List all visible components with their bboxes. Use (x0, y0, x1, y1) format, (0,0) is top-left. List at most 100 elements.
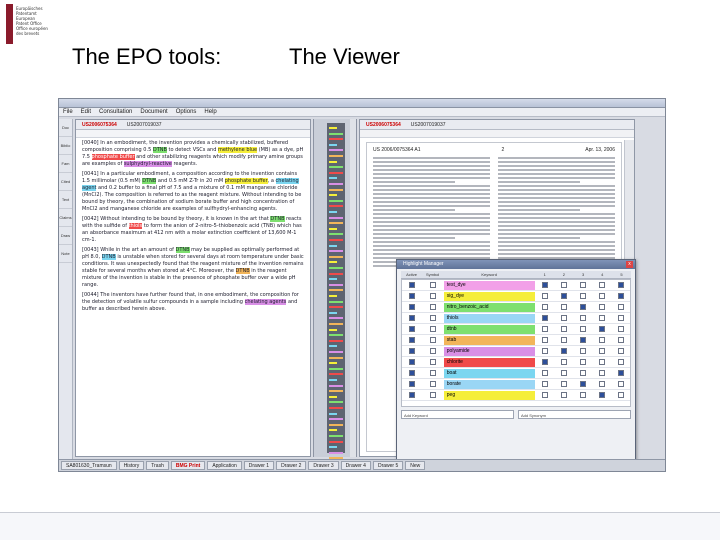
menu-item-edit[interactable]: Edit (81, 108, 91, 116)
taskbar-button[interactable]: BMG Print (170, 461, 206, 470)
option-checkbox[interactable] (617, 336, 624, 343)
highlight-row[interactable]: polyamide (402, 346, 630, 357)
symbol-checkbox[interactable] (430, 391, 437, 398)
highlight-row[interactable]: boat (402, 368, 630, 379)
hit-strip-scrollbar[interactable] (350, 119, 356, 457)
option-checkbox[interactable] (560, 303, 567, 310)
option-checkbox[interactable] (579, 391, 586, 398)
viewer-tab[interactable]: US2007019037 (411, 122, 446, 128)
highlight-keyword[interactable]: borate (443, 379, 536, 389)
symbol-checkbox[interactable] (430, 303, 437, 310)
document-text[interactable]: [0040] In an embodiment, the invention p… (76, 138, 310, 458)
taskbar-button[interactable]: Drawer 1 (243, 461, 275, 470)
document-tab[interactable]: US2007019037 (127, 122, 162, 128)
highlight-keyword[interactable]: thiols (443, 313, 536, 323)
option-checkbox[interactable] (579, 347, 586, 354)
option-checkbox[interactable] (579, 358, 586, 365)
option-checkbox[interactable] (598, 391, 605, 398)
option-checkbox[interactable] (617, 314, 624, 321)
option-checkbox[interactable] (617, 281, 624, 288)
highlight-row[interactable]: thiols (402, 313, 630, 324)
highlight-keyword[interactable]: boat (443, 368, 536, 378)
option-checkbox[interactable] (560, 336, 567, 343)
symbol-checkbox[interactable] (430, 369, 437, 376)
option-checkbox[interactable] (617, 292, 624, 299)
option-checkbox[interactable] (541, 358, 548, 365)
highlight-row[interactable]: peg (402, 390, 630, 401)
nav-item-draw[interactable]: Draw (59, 227, 72, 245)
highlight-keyword[interactable]: dtnb (443, 324, 536, 334)
active-checkbox[interactable] (409, 336, 416, 343)
hit-strip[interactable] (327, 123, 345, 460)
symbol-checkbox[interactable] (430, 380, 437, 387)
nav-item-doc[interactable]: Doc (59, 119, 72, 137)
highlight-keyword[interactable]: sig_dye (443, 291, 536, 301)
highlight-keyword[interactable]: nitro_benzoic_acid (443, 302, 536, 312)
option-checkbox[interactable] (541, 369, 548, 376)
highlight-keyword[interactable]: polyamide (443, 346, 536, 356)
taskbar-button[interactable]: History (118, 461, 145, 470)
taskbar-button[interactable]: New (405, 461, 426, 470)
taskbar-button[interactable]: Drawer 3 (308, 461, 339, 470)
viewer-tab[interactable]: US2006075364 (366, 122, 401, 128)
symbol-checkbox[interactable] (430, 358, 437, 365)
option-checkbox[interactable] (579, 336, 586, 343)
option-checkbox[interactable] (560, 358, 567, 365)
option-checkbox[interactable] (560, 281, 567, 288)
active-checkbox[interactable] (409, 292, 416, 299)
menu-item-consultation[interactable]: Consultation (99, 108, 132, 116)
highlight-row[interactable]: sig_dye (402, 291, 630, 302)
nav-item-fam[interactable]: Fam (59, 155, 72, 173)
highlight-keyword[interactable]: test_dye (443, 280, 536, 290)
option-checkbox[interactable] (598, 314, 605, 321)
symbol-checkbox[interactable] (430, 292, 437, 299)
taskbar-button[interactable]: Application (207, 461, 242, 470)
active-checkbox[interactable] (409, 391, 416, 398)
taskbar-button[interactable]: Drawer 2 (276, 461, 307, 470)
option-checkbox[interactable] (579, 303, 586, 310)
option-checkbox[interactable] (617, 358, 624, 365)
option-checkbox[interactable] (579, 325, 586, 332)
option-checkbox[interactable] (598, 303, 605, 310)
option-checkbox[interactable] (541, 336, 548, 343)
active-checkbox[interactable] (409, 281, 416, 288)
option-checkbox[interactable] (598, 281, 605, 288)
highlight-keyword[interactable]: peg (443, 390, 536, 400)
active-checkbox[interactable] (409, 325, 416, 332)
option-checkbox[interactable] (560, 325, 567, 332)
symbol-checkbox[interactable] (430, 314, 437, 321)
active-checkbox[interactable] (409, 303, 416, 310)
taskbar-button[interactable]: Drawer 5 (372, 461, 404, 470)
option-checkbox[interactable] (579, 281, 586, 288)
option-checkbox[interactable] (617, 369, 624, 376)
nav-item-claims[interactable]: Claims (59, 209, 72, 227)
taskbar-button[interactable]: SA801630_Tramsun (61, 461, 117, 470)
option-checkbox[interactable] (541, 303, 548, 310)
close-icon[interactable]: x (626, 261, 633, 268)
option-checkbox[interactable] (579, 314, 586, 321)
option-checkbox[interactable] (541, 391, 548, 398)
active-checkbox[interactable] (409, 347, 416, 354)
add-synonym-field[interactable]: Add Synonym (518, 410, 631, 419)
option-checkbox[interactable] (560, 314, 567, 321)
symbol-checkbox[interactable] (430, 336, 437, 343)
option-checkbox[interactable] (598, 369, 605, 376)
option-checkbox[interactable] (617, 380, 624, 387)
symbol-checkbox[interactable] (430, 281, 437, 288)
highlight-row[interactable]: nitro_benzoic_acid (402, 302, 630, 313)
option-checkbox[interactable] (541, 314, 548, 321)
nav-item-biblio[interactable]: Biblio (59, 137, 72, 155)
option-checkbox[interactable] (560, 391, 567, 398)
option-checkbox[interactable] (617, 303, 624, 310)
option-checkbox[interactable] (598, 292, 605, 299)
taskbar-button[interactable]: Drawer 4 (340, 461, 371, 470)
option-checkbox[interactable] (560, 292, 567, 299)
option-checkbox[interactable] (598, 358, 605, 365)
menu-item-options[interactable]: Options (176, 108, 197, 116)
option-checkbox[interactable] (579, 292, 586, 299)
option-checkbox[interactable] (541, 380, 548, 387)
highlight-row[interactable]: stab (402, 335, 630, 346)
option-checkbox[interactable] (598, 325, 605, 332)
symbol-checkbox[interactable] (430, 325, 437, 332)
option-checkbox[interactable] (617, 391, 624, 398)
